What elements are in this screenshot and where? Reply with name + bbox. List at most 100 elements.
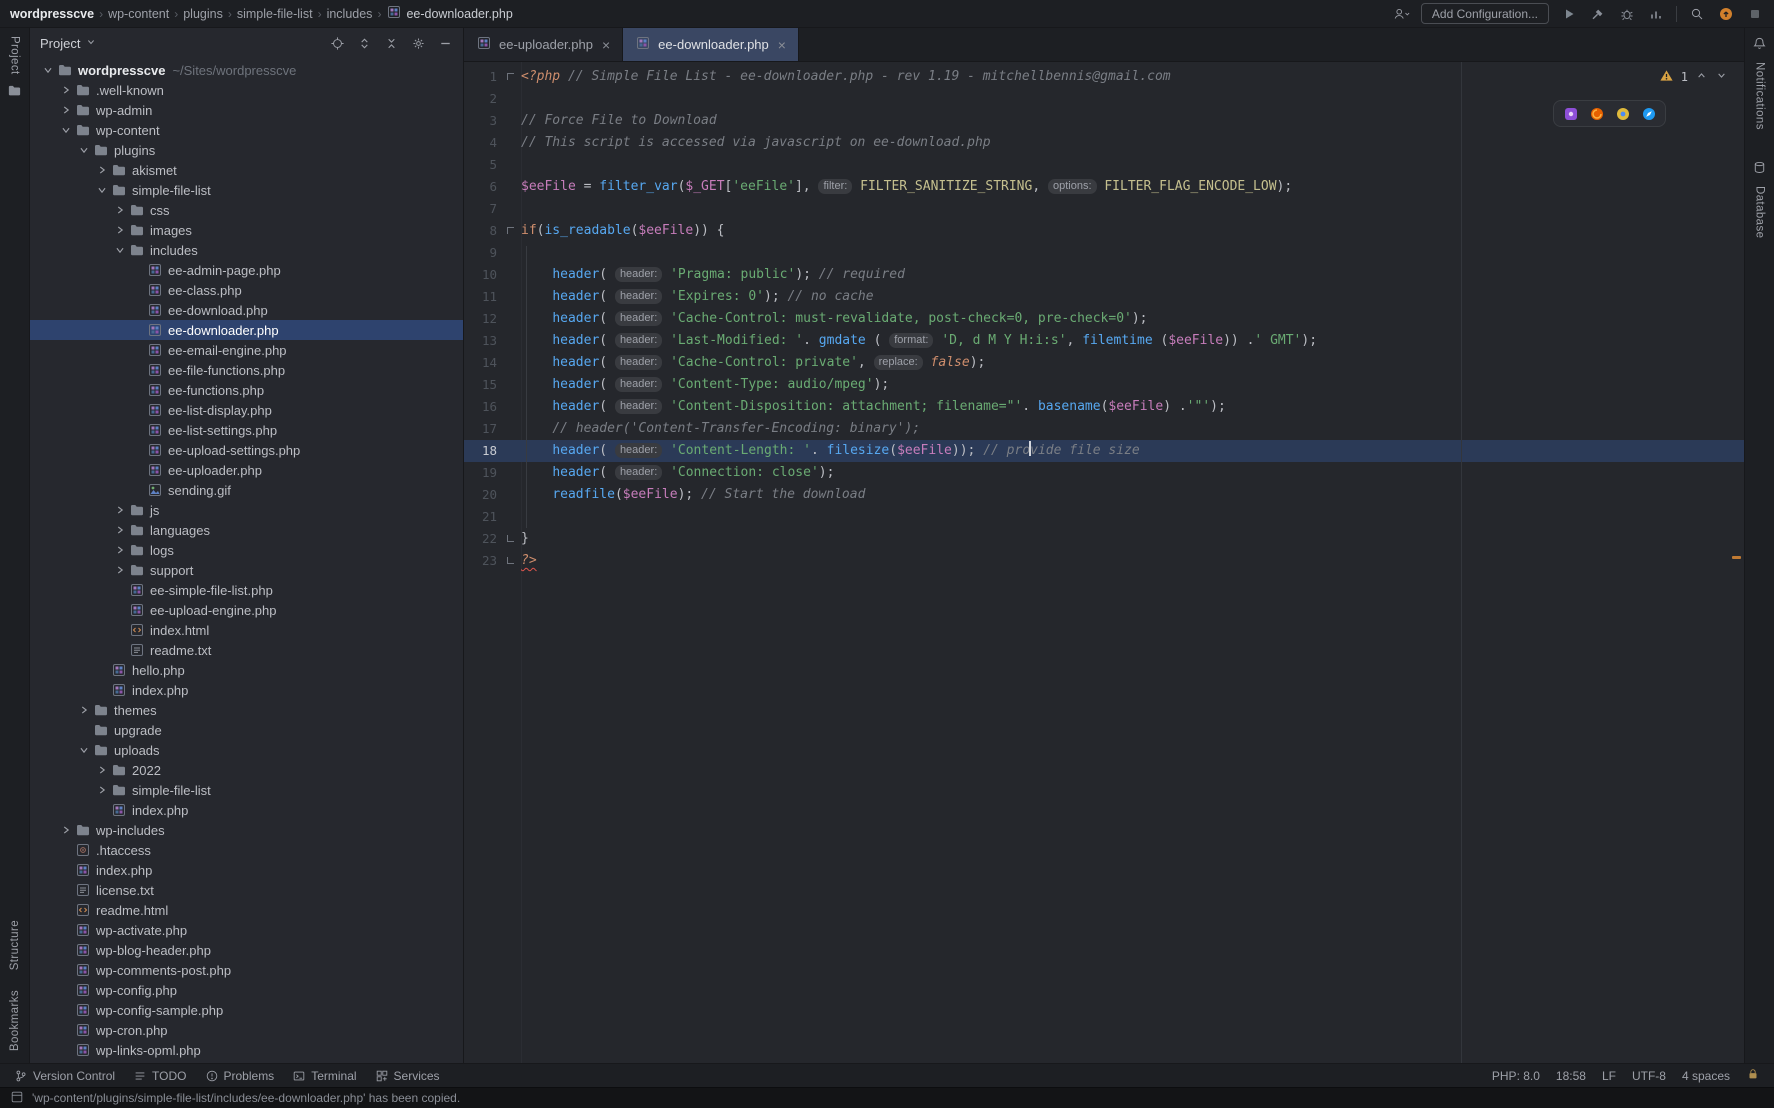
chevron-right-icon[interactable] (94, 782, 110, 798)
chevron-right-icon[interactable] (112, 502, 128, 518)
safari-icon[interactable] (1640, 105, 1657, 122)
tree-row[interactable]: ee-admin-page.php (30, 260, 463, 280)
hide-panel-icon[interactable] (437, 35, 453, 51)
code-line[interactable]: 15 header( header: 'Content-Type: audio/… (464, 374, 1744, 396)
code-line[interactable]: 8if(is_readable($eeFile)) { (464, 220, 1744, 242)
line-number-gutter[interactable]: 13 (464, 330, 521, 352)
tree-row[interactable]: index.html (30, 620, 463, 640)
tree-row[interactable]: wp-comments-post.php (30, 960, 463, 980)
code-line[interactable]: 11 header( header: 'Expires: 0'); // no … (464, 286, 1744, 308)
tree-row[interactable]: languages (30, 520, 463, 540)
tree-row[interactable]: images (30, 220, 463, 240)
line-number-gutter[interactable]: 11 (464, 286, 521, 308)
tree-row[interactable]: ee-uploader.php (30, 460, 463, 480)
fold-marker[interactable] (507, 557, 514, 564)
line-number-gutter[interactable]: 4 (464, 132, 521, 154)
tree-row[interactable]: license.txt (30, 880, 463, 900)
firefox-icon[interactable] (1588, 105, 1605, 122)
code-line[interactable]: 6$eeFile = filter_var($_GET['eeFile'], f… (464, 176, 1744, 198)
code-line[interactable]: 5 (464, 154, 1744, 176)
tree-row[interactable]: ee-list-settings.php (30, 420, 463, 440)
tree-row[interactable]: ee-upload-settings.php (30, 440, 463, 460)
line-number-gutter[interactable]: 23 (464, 550, 521, 572)
code-line[interactable]: 14 header( header: 'Cache-Control: priva… (464, 352, 1744, 374)
warning-triangle-icon[interactable] (1659, 68, 1674, 86)
tree-row[interactable]: wp-content (30, 120, 463, 140)
tree-row[interactable]: upgrade (30, 720, 463, 740)
database-icon[interactable] (1752, 160, 1767, 178)
search-icon[interactable] (1688, 5, 1706, 23)
code-editor[interactable]: 1<?php // Simple File List - ee-download… (464, 62, 1744, 1063)
line-number-gutter[interactable]: 1 (464, 66, 521, 88)
locate-file-icon[interactable] (329, 35, 345, 51)
debug-bug-icon[interactable] (1618, 5, 1636, 23)
line-number-gutter[interactable]: 18 (464, 440, 521, 462)
prev-problem-chevron-up-icon[interactable] (1695, 69, 1708, 85)
line-number-gutter[interactable]: 6 (464, 176, 521, 198)
line-number-gutter[interactable]: 20 (464, 484, 521, 506)
tool-stripe-notifications[interactable]: Notifications (1754, 62, 1766, 130)
breadcrumb-item[interactable]: plugins (183, 7, 223, 21)
chevron-right-icon[interactable] (94, 162, 110, 178)
chevron-down-icon[interactable] (112, 242, 128, 258)
chevron-right-icon[interactable] (94, 762, 110, 778)
lock-icon[interactable] (1746, 1067, 1760, 1084)
code-line[interactable]: 2 (464, 88, 1744, 110)
php-version-indicator[interactable]: PHP: 8.0 (1492, 1069, 1540, 1083)
tree-row[interactable]: 2022 (30, 760, 463, 780)
run-icon[interactable] (1560, 5, 1578, 23)
breadcrumb-item[interactable]: simple-file-list (237, 7, 313, 21)
fold-marker[interactable] (507, 535, 514, 542)
chevron-right-icon[interactable] (58, 102, 74, 118)
breadcrumb-item[interactable]: wp-content (108, 7, 169, 21)
tree-row[interactable]: ee-file-functions.php (30, 360, 463, 380)
chevron-right-icon[interactable] (112, 542, 128, 558)
code-line[interactable]: 4// This script is accessed via javascri… (464, 132, 1744, 154)
chevron-right-icon[interactable] (76, 702, 92, 718)
line-number-gutter[interactable]: 19 (464, 462, 521, 484)
fold-marker[interactable] (507, 73, 514, 80)
tree-row[interactable]: themes (30, 700, 463, 720)
line-number-gutter[interactable]: 15 (464, 374, 521, 396)
code-line[interactable]: 23?> (464, 550, 1744, 572)
code-line[interactable]: 16 header( header: 'Content-Disposition:… (464, 396, 1744, 418)
tool-window-switcher-icon[interactable] (10, 1090, 24, 1107)
chevron-down-icon[interactable] (85, 36, 97, 51)
line-number-gutter[interactable]: 17 (464, 418, 521, 440)
breadcrumb-item[interactable]: wordpresscve (10, 7, 94, 21)
status-terminal[interactable]: Terminal (292, 1069, 356, 1083)
expand-all-icon[interactable] (356, 35, 372, 51)
chevron-down-icon[interactable] (58, 122, 74, 138)
stop-icon[interactable] (1746, 5, 1764, 23)
code-line[interactable]: 18 header( header: 'Content-Length: '. f… (464, 440, 1744, 462)
update-icon[interactable] (1717, 5, 1735, 23)
tree-row[interactable]: wp-includes (30, 820, 463, 840)
tree-row[interactable]: sending.gif (30, 480, 463, 500)
tree-row[interactable]: readme.txt (30, 640, 463, 660)
tree-row[interactable]: ee-simple-file-list.php (30, 580, 463, 600)
tree-row[interactable]: wp-links-opml.php (30, 1040, 463, 1060)
collapse-all-icon[interactable] (383, 35, 399, 51)
tree-row[interactable]: .htaccess (30, 840, 463, 860)
tree-row[interactable]: index.php (30, 680, 463, 700)
chevron-down-icon[interactable] (40, 62, 56, 78)
code-line[interactable]: 17 // header('Content-Transfer-Encoding:… (464, 418, 1744, 440)
tool-stripe-database[interactable]: Database (1754, 186, 1766, 238)
code-line[interactable]: 12 header( header: 'Cache-Control: must-… (464, 308, 1744, 330)
tree-row[interactable]: wordpresscve~/Sites/wordpresscve (30, 60, 463, 80)
tree-row[interactable]: wp-activate.php (30, 920, 463, 940)
tree-row[interactable]: simple-file-list (30, 780, 463, 800)
code-line[interactable]: 10 header( header: 'Pragma: public'); //… (464, 264, 1744, 286)
line-number-gutter[interactable]: 7 (464, 198, 521, 220)
tree-row[interactable]: ee-list-display.php (30, 400, 463, 420)
code-line[interactable]: 1<?php // Simple File List - ee-download… (464, 66, 1744, 88)
chevron-down-icon[interactable] (94, 182, 110, 198)
tree-row[interactable]: simple-file-list (30, 180, 463, 200)
breadcrumb-item[interactable]: includes (327, 7, 373, 21)
project-panel-title[interactable]: Project (40, 36, 80, 51)
line-number-gutter[interactable]: 16 (464, 396, 521, 418)
tree-row[interactable]: wp-admin (30, 100, 463, 120)
build-hammer-icon[interactable] (1589, 5, 1607, 23)
notifications-bell-icon[interactable] (1752, 36, 1767, 54)
tree-row[interactable]: wp-config-sample.php (30, 1000, 463, 1020)
